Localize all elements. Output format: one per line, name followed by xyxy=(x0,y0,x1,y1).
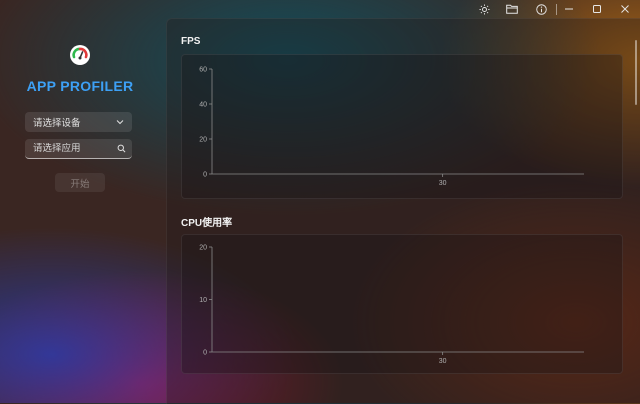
main-panel: FPS 0 20 40 60 30 CPU使用率 0 10 20 30 xyxy=(166,18,640,404)
cpu-x-tick-label: 30 xyxy=(439,358,447,365)
folder-icon[interactable] xyxy=(501,1,523,17)
app-logo-icon xyxy=(69,44,91,66)
fps-chart-svg: 0 20 40 60 30 xyxy=(199,67,584,187)
maximize-icon[interactable] xyxy=(586,1,608,17)
app-title: APP PROFILER xyxy=(26,78,134,94)
fps-y-tick-label: 20 xyxy=(199,137,207,144)
fps-y-tick-label: 40 xyxy=(199,102,207,109)
sidebar: APP PROFILER 请选择设备 开始 xyxy=(0,0,166,403)
search-icon[interactable] xyxy=(117,140,126,158)
start-button[interactable]: 开始 xyxy=(55,173,105,192)
chevron-down-icon xyxy=(116,117,124,128)
cpu-y-tick-label: 10 xyxy=(199,297,207,304)
cpu-chart-svg: 0 10 20 30 xyxy=(199,245,584,365)
cpu-chart-title: CPU使用率 xyxy=(181,218,233,229)
vertical-scrollbar[interactable] xyxy=(635,40,637,105)
fps-chart: 0 20 40 60 30 xyxy=(181,54,623,199)
app-search-field[interactable] xyxy=(25,139,132,159)
app-search-input[interactable] xyxy=(33,143,113,154)
minimize-icon[interactable] xyxy=(558,1,580,17)
cpu-chart: 0 10 20 30 xyxy=(181,234,623,374)
cpu-y-tick-label: 0 xyxy=(203,350,207,357)
fps-y-tick-label: 60 xyxy=(199,67,207,74)
info-icon[interactable] xyxy=(530,1,552,17)
device-select[interactable]: 请选择设备 xyxy=(25,112,132,132)
fps-chart-title: FPS xyxy=(181,36,201,47)
fps-y-tick-label: 0 xyxy=(203,172,207,179)
fps-x-tick-label: 30 xyxy=(439,180,447,187)
sun-icon[interactable] xyxy=(473,1,495,17)
cpu-y-tick-label: 20 xyxy=(199,245,207,252)
device-select-value: 请选择设备 xyxy=(33,118,81,129)
titlebar-divider xyxy=(556,4,557,15)
close-icon[interactable] xyxy=(614,1,636,17)
